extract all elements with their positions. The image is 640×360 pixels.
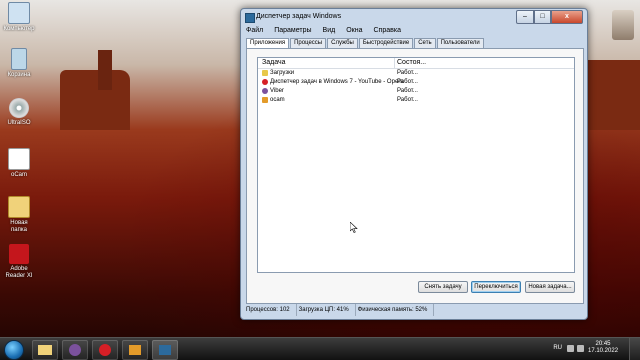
end-task-button[interactable]: Снять задачу <box>418 281 468 293</box>
show-desktop-button[interactable] <box>629 338 640 360</box>
desktop-icon-new-folder[interactable]: Новая папка <box>2 196 36 234</box>
ocam-icon <box>129 345 141 355</box>
maximize-button[interactable]: □ <box>534 10 551 24</box>
mesa-right <box>588 60 640 130</box>
recycle-bin-icon <box>11 48 27 70</box>
column-divider[interactable] <box>394 58 395 68</box>
menu-file[interactable]: Файл <box>244 26 263 36</box>
viber-icon <box>69 344 81 356</box>
task-status: Работ... <box>397 70 418 76</box>
menu-options[interactable]: Параметры <box>272 26 311 36</box>
switch-to-button[interactable]: Переключиться <box>471 281 521 293</box>
task-name: Загрузки <box>270 70 295 76</box>
task-list[interactable]: Задача Состоя... Загрузки Работ... Диспе… <box>257 57 575 273</box>
task-row-downloads[interactable]: Загрузки Работ... <box>258 69 574 78</box>
tray-arrow-icon[interactable] <box>567 345 574 352</box>
start-button[interactable] <box>4 340 24 360</box>
desktop-icon-ultraiso[interactable]: UltraISO <box>2 98 36 127</box>
tab-users[interactable]: Пользователи <box>436 38 484 48</box>
desktop-icon-computer[interactable]: Компьютер <box>2 2 36 33</box>
avatar <box>612 10 634 40</box>
desktop-icon-label: Корзина <box>7 72 31 78</box>
status-cpu: Загрузка ЦП: 41% <box>297 304 356 316</box>
desktop-icon-label: Adobe Reader XI <box>5 266 33 279</box>
computer-icon <box>8 2 30 24</box>
tab-strip: Приложения Процессы Службы Быстродействи… <box>246 38 485 48</box>
status-processes: Процессов: 102 <box>244 304 297 316</box>
taskbar-explorer[interactable] <box>32 340 58 360</box>
applications-panel: Задача Состоя... Загрузки Работ... Диспе… <box>246 48 584 304</box>
taskbar-opera[interactable] <box>92 340 118 360</box>
adobe-reader-icon <box>9 244 29 264</box>
desktop-icon-ocam[interactable]: oCam <box>2 148 36 179</box>
menu-help[interactable]: Справка <box>372 26 401 36</box>
desktop-icon-label: UltraISO <box>7 120 31 126</box>
taskbar: RU 20:45 17.10.2022 <box>0 337 640 360</box>
close-button[interactable]: x <box>551 10 583 24</box>
folder-icon <box>38 345 52 355</box>
taskbar-ocam[interactable] <box>122 340 148 360</box>
ocam-icon <box>262 97 268 103</box>
tab-processes[interactable]: Процессы <box>290 38 327 48</box>
task-manager-icon <box>159 345 171 355</box>
task-row-ocam[interactable]: ocam Работ... <box>258 96 574 105</box>
desktop-icon-label: Компьютер <box>3 26 35 32</box>
viber-icon <box>262 88 268 94</box>
desktop-icon-label: oCam <box>10 172 27 178</box>
task-manager-window: Диспетчер задач Windows – □ x Файл Парам… <box>240 8 588 320</box>
taskbar-task-manager[interactable] <box>152 340 178 360</box>
opera-icon <box>99 344 111 356</box>
disc-icon <box>9 98 29 118</box>
taskbar-viber[interactable] <box>62 340 88 360</box>
tab-applications[interactable]: Приложения <box>246 38 290 48</box>
tab-networking[interactable]: Сеть <box>414 38 436 48</box>
menu-bar: Файл Параметры Вид Окна Справка <box>244 26 584 36</box>
tab-performance[interactable]: Быстродействие <box>358 38 414 48</box>
language-indicator[interactable]: RU <box>553 345 562 351</box>
task-name: Viber <box>270 88 284 94</box>
task-name: Диспетчер задач в Windows 7 - YouTube - … <box>270 79 404 85</box>
minimize-button[interactable]: – <box>516 10 534 24</box>
task-manager-icon <box>245 13 255 23</box>
column-task[interactable]: Задача <box>262 59 286 66</box>
status-memory: Физическая память: 52% <box>356 304 435 316</box>
list-header: Задача Состоя... <box>258 58 574 69</box>
desktop-icon-label: Новая папка <box>10 220 28 233</box>
task-name: ocam <box>270 97 285 103</box>
task-status: Работ... <box>397 79 418 85</box>
menu-view[interactable]: Вид <box>321 26 336 36</box>
butte-spire <box>98 50 112 90</box>
clock-time: 20:45 <box>595 341 611 347</box>
network-icon[interactable] <box>577 345 584 352</box>
folder-icon <box>262 70 268 76</box>
menu-windows[interactable]: Окна <box>344 26 362 36</box>
system-tray: RU 20:45 17.10.2022 <box>498 338 618 360</box>
task-row-opera[interactable]: Диспетчер задач в Windows 7 - YouTube - … <box>258 78 574 87</box>
window-controls: – □ x <box>516 10 583 24</box>
clock[interactable]: 20:45 17.10.2022 <box>588 341 618 355</box>
window-title: Диспетчер задач Windows <box>256 13 342 20</box>
new-task-button[interactable]: Новая задача... <box>525 281 575 293</box>
folder-icon <box>8 196 30 218</box>
column-status[interactable]: Состоя... <box>397 59 426 66</box>
task-row-viber[interactable]: Viber Работ... <box>258 87 574 96</box>
ocam-icon <box>8 148 30 170</box>
window-titlebar[interactable]: Диспетчер задач Windows – □ x <box>241 9 587 26</box>
clock-date: 17.10.2022 <box>588 348 619 354</box>
mouse-cursor-icon <box>350 222 358 233</box>
status-bar: Процессов: 102 Загрузка ЦП: 41% Физическ… <box>244 304 584 316</box>
task-status: Работ... <box>397 88 418 94</box>
opera-icon <box>262 79 268 85</box>
mesa-left <box>60 70 130 130</box>
desktop-icon-recycle-bin[interactable]: Корзина <box>2 48 36 79</box>
tab-services[interactable]: Службы <box>327 38 358 48</box>
desktop-icon-adobe-reader[interactable]: Adobe Reader XI <box>2 244 36 280</box>
task-status: Работ... <box>397 97 418 103</box>
